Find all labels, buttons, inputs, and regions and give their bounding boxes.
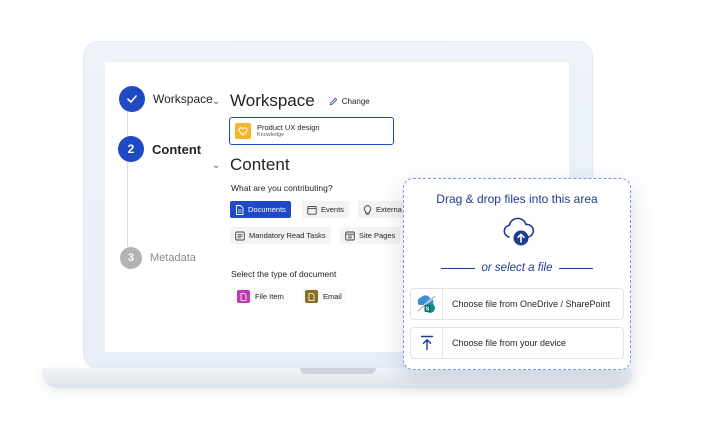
stepper-line [127,162,128,246]
change-workspace-button[interactable]: Change [329,97,370,106]
chevron-down-icon: ⌄ [212,159,221,171]
task-list-icon [235,231,245,240]
choose-onedrive-sharepoint-button[interactable]: S Choose file from OneDrive / SharePoint [410,288,624,320]
content-type-events[interactable]: Events [302,201,349,218]
step-content[interactable]: 2 Content [118,136,201,162]
heart-icon [235,123,251,139]
step-number: 2 [118,136,144,162]
web-page-icon [345,231,355,240]
chip-label: Documents [248,205,286,214]
doc-type-label: Email [323,292,342,301]
content-type-external[interactable]: Externa [358,201,403,218]
section-title: Workspace [230,91,315,110]
option-label: Choose file from your device [452,338,567,348]
divider-line [559,267,594,269]
chip-label: Events [321,205,344,214]
step-workspace[interactable]: Workspace [119,86,213,112]
contribution-question: What are you contributing? [231,183,333,193]
workspace-name: Product UX design [257,122,320,132]
content-section-header[interactable]: ⌄ Content [212,155,290,175]
file-drop-zone[interactable]: Drag & drop files into this area or sele… [403,178,631,370]
cloud-upload-icon [503,217,535,246]
doc-type-prompt: Select the type of document [231,269,337,279]
step-label: Metadata [150,252,196,264]
selected-workspace-card[interactable]: Product UX design Knowledge [229,117,394,145]
doc-type-email[interactable]: Email [301,288,346,305]
doc-type-label: File Item [255,292,284,301]
onedrive-sharepoint-icon: S [411,289,443,319]
workspace-subtitle: Knowledge [257,132,285,138]
or-text: or select a file [481,262,553,274]
step-label: Workspace [153,92,213,106]
option-label: Choose file from OneDrive / SharePoint [452,299,611,309]
step-metadata[interactable]: 3 Metadata [120,247,196,269]
file-item-icon [237,290,250,303]
chevron-down-icon: ⌄ [212,95,221,107]
or-divider: or select a file [404,262,630,274]
chip-label: Externa [376,205,402,214]
choose-device-file-button[interactable]: Choose file from your device [410,327,624,359]
calendar-icon [307,205,317,215]
step-label: Content [152,141,202,157]
laptop-notch [300,368,376,374]
section-title: Content [230,155,290,174]
workspace-section-header[interactable]: ⌄ Workspace Change [212,91,370,111]
step-number: 3 [120,247,142,269]
content-type-documents[interactable]: Documents [230,201,291,218]
chip-label: Site Pages [359,231,396,240]
chip-label: Mandatory Read Tasks [249,231,326,240]
content-type-mandatory-read-tasks[interactable]: Mandatory Read Tasks [230,227,331,244]
svg-text:S: S [425,307,429,313]
change-label: Change [341,96,370,106]
upload-arrow-icon [411,328,443,358]
doc-type-file-item[interactable]: File Item [233,288,288,305]
divider-line [440,267,475,269]
content-type-site-pages[interactable]: Site Pages [340,227,401,244]
lightbulb-icon [363,204,372,215]
pencil-icon [329,97,337,105]
drop-zone-title: Drag & drop files into this area [436,192,598,206]
checkmark-icon [119,86,145,112]
email-doc-icon [305,290,318,303]
document-icon [236,204,244,215]
